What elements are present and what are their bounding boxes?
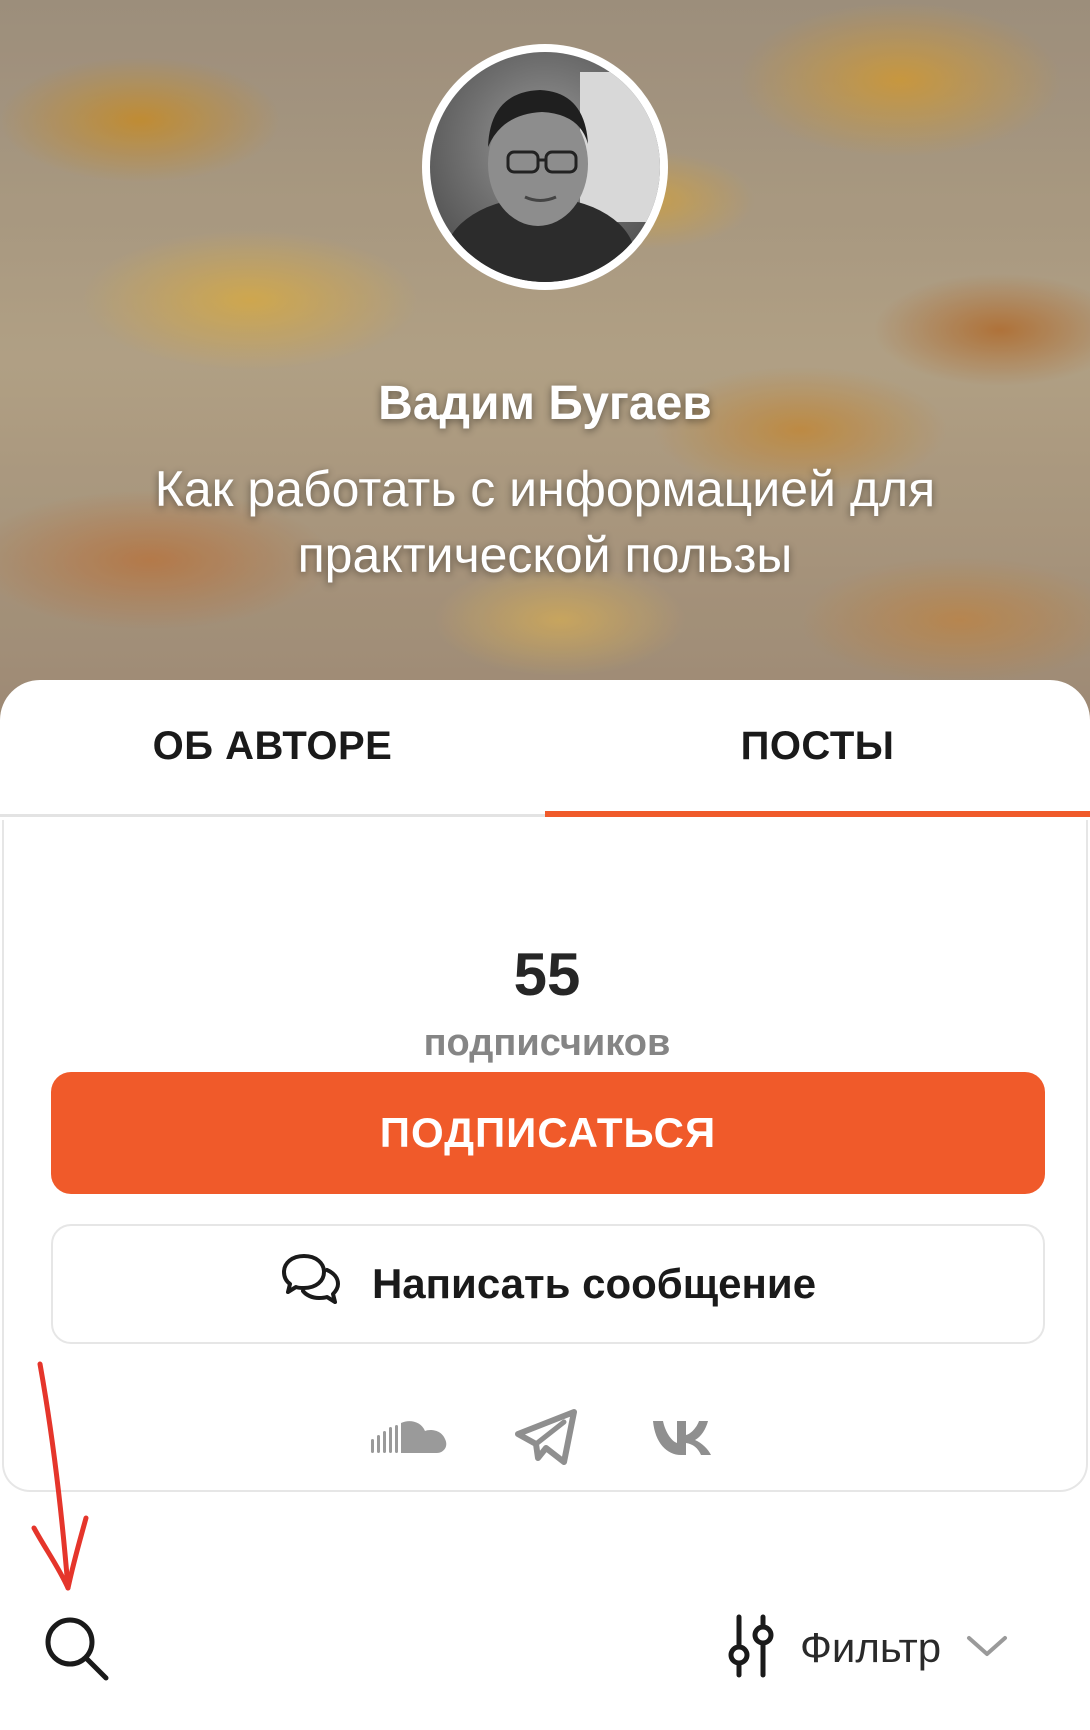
search-button[interactable] [40,1612,112,1684]
author-tagline: Как работать с информацией для практичес… [154,461,936,583]
tab-about-author[interactable]: ОБ АВТОРЕ [0,680,545,812]
soundcloud-icon[interactable] [369,1406,451,1468]
social-links [4,1402,1090,1472]
profile-panel: ОБ АВТОРЕ ПОСТЫ 55 подписчиков ПОДПИСАТЬ… [0,680,1090,1730]
tab-posts[interactable]: ПОСТЫ [545,680,1090,812]
telegram-icon[interactable] [506,1406,588,1468]
filter-label: Фильтр [800,1624,942,1671]
subscriber-count: 55 [513,941,581,1008]
subscriber-label: подписчиков [423,1022,671,1064]
active-tab-indicator [545,811,1090,817]
profile-tabs: ОБ АВТОРЕ ПОСТЫ [0,680,1090,817]
filter-sliders-icon [726,1613,776,1684]
avatar[interactable] [422,44,668,290]
author-name: Вадим Бугаев [378,377,712,430]
chat-bubbles-icon [280,1250,342,1318]
search-icon [40,1617,112,1688]
write-message-button[interactable]: Написать сообщение [51,1224,1045,1344]
filter-button[interactable]: Фильтр [726,1610,1046,1686]
author-card: 55 подписчиков ПОДПИСАТЬСЯ Написать сооб… [2,820,1088,1492]
chevron-down-icon [965,1632,1009,1665]
avatar-photo [430,52,660,282]
write-message-label: Написать сообщение [371,1260,817,1307]
vk-icon[interactable] [643,1406,725,1468]
subscribe-button[interactable]: ПОДПИСАТЬСЯ [51,1072,1045,1194]
